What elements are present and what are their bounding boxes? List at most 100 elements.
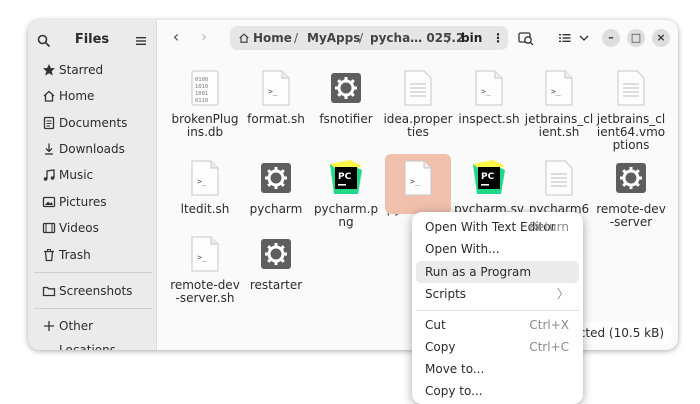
menu-item-copy-to[interactable]: Copy to... [416,380,579,402]
file-item[interactable]: remote-dev-server [596,160,666,229]
file-item[interactable]: pycharm [241,160,311,216]
executable-icon [330,70,362,106]
sidebar-item-label: Starred [59,63,104,77]
sidebar-item-label: Screenshots [59,284,133,298]
back-button[interactable]: ‹ [166,28,186,48]
sidebar-divider [34,272,152,273]
sidebar-item-other-locations[interactable]: Other Locations [34,314,152,350]
binary-file-icon: 0100 1010 1001 0110 [189,70,221,106]
sidebar-item-documents[interactable]: Documents [34,111,152,135]
file-name: remote-dev-server [596,202,666,229]
menu-divider [416,310,579,311]
breadcrumb-separator: / [294,31,299,45]
svg-text:0100: 0100 [195,77,208,83]
minimize-button[interactable]: – [602,29,620,47]
svg-text:0110: 0110 [195,98,208,104]
sidebar-item-screenshots[interactable]: Screenshots [34,279,152,303]
file-item[interactable]: restarter [241,236,311,292]
path-menu-button[interactable]: ⋮ [492,26,504,50]
svg-text:>_: >_ [410,177,420,186]
sidebar-item-music[interactable]: Music [34,163,152,187]
menu-item-scripts[interactable]: Scripts 〉 [416,283,579,305]
file-item[interactable]: 0100 1010 1001 0110 brokenPlugins.db [170,70,240,139]
file-item[interactable]: idea.properties [383,70,453,139]
sidebar-item-label: Downloads [59,142,125,156]
file-name: fsnotifier [319,112,373,126]
file-name: idea.properties [383,112,453,139]
menu-item-label: Copy [425,340,456,354]
svg-text:>_: >_ [197,177,207,186]
chevron-down-icon[interactable] [574,28,594,48]
document-icon [43,116,55,130]
menu-item-label: Copy to... [425,384,483,398]
file-item[interactable]: >_ inspect.sh [454,70,524,126]
executable-icon [615,160,647,196]
svg-text:PC: PC [338,172,352,182]
script-file-icon: >_ [189,236,221,272]
videos-icon [42,222,56,234]
search-icon[interactable] [37,34,51,48]
breadcrumb-bin[interactable]: bin [461,26,482,50]
trash-icon [44,249,54,262]
file-name: remote-dev-server.sh [170,278,240,305]
sidebar-item-starred[interactable]: Starred [34,58,152,82]
svg-text:>_: >_ [197,253,207,262]
script-file-icon: >_ [543,70,575,106]
file-name: ltedit.sh [180,202,230,216]
sidebar-divider [34,308,152,309]
menu-item-move-to[interactable]: Move to... [416,358,579,380]
breadcrumb-separator: / [447,31,452,45]
maximize-button[interactable]: □ [627,29,645,47]
star-icon [43,64,55,76]
text-file-icon [615,70,647,106]
svg-text:1001: 1001 [195,91,208,97]
file-item[interactable]: >_ jetbrains_client.sh [524,70,594,139]
file-item[interactable]: >_ remote-dev-server.sh [170,236,240,305]
menu-item-copy[interactable]: Copy Ctrl+C [416,336,579,358]
sidebar-item-videos[interactable]: Videos [34,216,152,240]
sidebar-item-home[interactable]: Home [34,84,152,108]
pycharm-logo-icon: PC [330,160,362,196]
file-item[interactable]: fsnotifier [311,70,381,126]
file-item[interactable]: PC pycharm.sv [454,160,524,216]
list-view-icon[interactable] [555,28,575,48]
sidebar-item-pictures[interactable]: Pictures [34,190,152,214]
file-item[interactable]: >_ ltedit.sh [170,160,240,216]
breadcrumb-home[interactable]: Home [253,26,292,50]
sidebar-item-label: Music [59,168,94,182]
menu-item-run-as-program[interactable]: Run as a Program [416,261,579,283]
breadcrumb-separator: / [359,31,364,45]
menu-item-label: Open With... [425,242,500,256]
pycharm-logo-icon: PC [473,160,505,196]
sidebar-item-trash[interactable]: Trash [34,243,152,267]
pictures-icon [42,196,56,208]
chevron-right-icon: 〉 [556,287,569,301]
sidebar-item-downloads[interactable]: Downloads [34,137,152,161]
file-item[interactable]: >_ format.sh [241,70,311,126]
music-icon [43,169,55,181]
menu-item-cut[interactable]: Cut Ctrl+X [416,314,579,336]
forward-button[interactable]: › [194,28,214,48]
svg-text:PC: PC [481,172,495,182]
menu-item-open-with-text-editor[interactable]: Open With Text Editor Return [416,216,579,238]
file-item[interactable]: PC pycharm.png [311,160,381,229]
file-name: jetbrains_client.sh [524,112,594,139]
sidebar-item-label: Trash [59,248,91,262]
script-file-icon: >_ [189,160,221,196]
file-name: restarter [249,278,303,292]
file-item[interactable]: jetbrains_client64.vmoptions [596,70,666,152]
sidebar-item-label: Other Locations [59,319,117,350]
svg-text:>_: >_ [268,87,278,96]
close-button[interactable]: × [652,29,670,47]
sidebar-header: Files [28,28,157,56]
menu-item-shortcut: Ctrl+X [529,318,569,332]
svg-text:1010: 1010 [195,84,208,90]
breadcrumb-myapps[interactable]: MyApps [307,26,360,50]
sidebar-item-label: Videos [59,221,99,235]
hamburger-menu-icon[interactable] [134,34,148,48]
menu-item-open-with[interactable]: Open With... [416,238,579,260]
text-file-icon [543,160,575,196]
search-folder-icon[interactable] [516,28,536,48]
home-icon [43,90,55,102]
app-title: Files [74,32,110,47]
